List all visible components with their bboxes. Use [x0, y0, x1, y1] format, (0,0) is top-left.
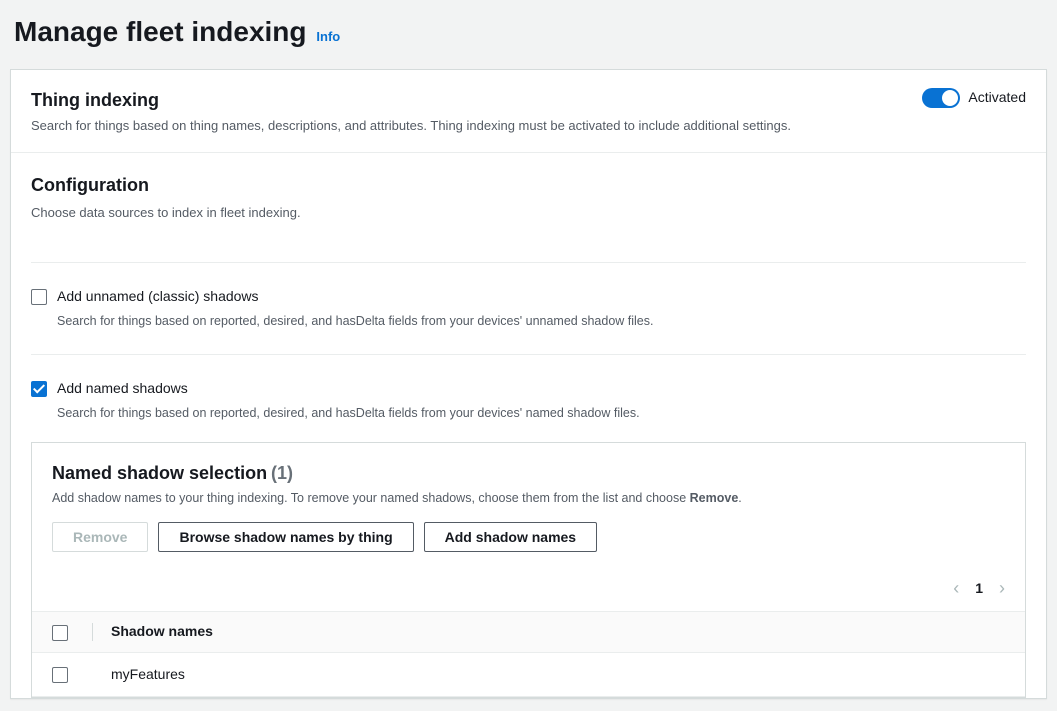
- named-shadows-label: Add named shadows: [57, 379, 188, 399]
- named-shadow-count: (1): [271, 463, 293, 483]
- activated-toggle-label: Activated: [968, 88, 1026, 108]
- add-shadow-names-button[interactable]: Add shadow names: [424, 522, 597, 552]
- browse-shadow-names-button[interactable]: Browse shadow names by thing: [158, 522, 413, 552]
- shadow-names-column-header[interactable]: Shadow names: [111, 622, 213, 642]
- shadow-names-table: Shadow names myFeatures: [32, 611, 1025, 697]
- unnamed-shadows-checkbox[interactable]: [31, 289, 47, 305]
- chevron-left-icon[interactable]: ‹: [953, 576, 959, 601]
- page-header: Manage fleet indexing Info: [0, 0, 1057, 69]
- thing-indexing-panel: Thing indexing Search for things based o…: [10, 69, 1047, 699]
- named-shadow-desc-suffix: .: [738, 491, 741, 505]
- configuration-desc: Choose data sources to index in fleet in…: [31, 204, 1026, 222]
- named-shadows-checkbox[interactable]: [31, 381, 47, 397]
- unnamed-shadows-desc: Search for things based on reported, des…: [31, 309, 1026, 331]
- named-shadows-desc: Search for things based on reported, des…: [31, 401, 1026, 423]
- chevron-right-icon[interactable]: ›: [999, 576, 1005, 601]
- named-shadow-desc-prefix: Add shadow names to your thing indexing.…: [52, 491, 690, 505]
- activated-toggle[interactable]: [922, 88, 960, 108]
- activated-toggle-wrap: Activated: [922, 88, 1026, 108]
- table-header-row: Shadow names: [32, 611, 1025, 653]
- shadow-name-cell: myFeatures: [92, 665, 185, 685]
- select-all-checkbox[interactable]: [52, 625, 68, 641]
- option-named-shadows: Add named shadows Search for things base…: [11, 355, 1046, 422]
- page-title: Manage fleet indexing: [14, 16, 307, 47]
- named-shadow-desc-bold: Remove: [690, 491, 739, 505]
- row-checkbox[interactable]: [52, 667, 68, 683]
- thing-indexing-title: Thing indexing: [31, 88, 922, 113]
- option-unnamed-shadows: Add unnamed (classic) shadows Search for…: [11, 263, 1046, 330]
- column-divider: [92, 623, 93, 641]
- thing-indexing-header: Thing indexing Search for things based o…: [11, 70, 1046, 152]
- pagination: ‹ 1 ›: [32, 566, 1025, 611]
- info-link[interactable]: Info: [316, 29, 340, 44]
- named-shadow-desc: Add shadow names to your thing indexing.…: [52, 490, 1005, 508]
- thing-indexing-subtitle: Search for things based on thing names, …: [31, 117, 922, 135]
- named-shadow-title: Named shadow selection: [52, 463, 267, 483]
- configuration-section: Configuration Choose data sources to ind…: [11, 153, 1046, 242]
- named-shadow-button-row: Remove Browse shadow names by thing Add …: [32, 522, 1025, 566]
- configuration-title: Configuration: [31, 173, 1026, 198]
- unnamed-shadows-label: Add unnamed (classic) shadows: [57, 287, 259, 307]
- pagination-current: 1: [975, 579, 983, 599]
- named-shadow-selection-card: Named shadow selection (1) Add shadow na…: [31, 442, 1026, 698]
- table-row: myFeatures: [32, 653, 1025, 698]
- remove-button[interactable]: Remove: [52, 522, 148, 552]
